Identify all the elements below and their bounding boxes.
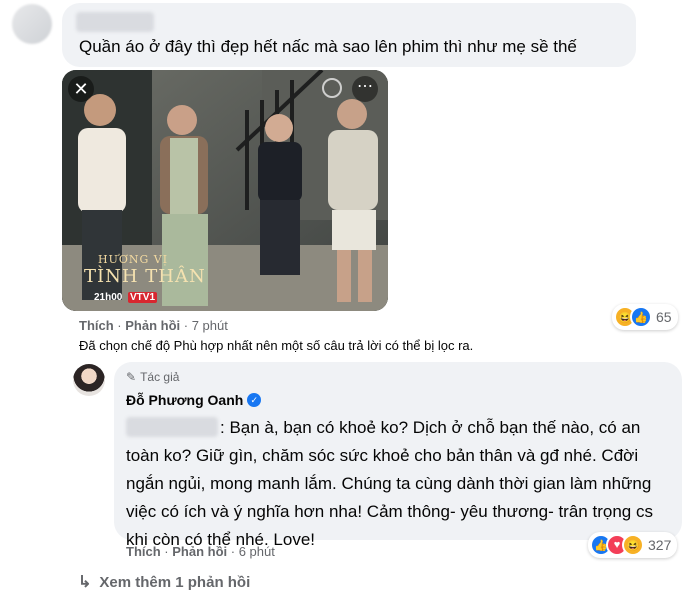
like-reaction-icon: 👍	[630, 306, 652, 328]
show-title-bottom: TÌNH THÂN	[84, 266, 206, 287]
reply-bubble: ✎ Tác giả Đỗ Phương Oanh ✓ : Bạn à, bạn …	[114, 362, 682, 549]
comment-actions: Thích · Phản hồi · 7 phút	[79, 318, 228, 333]
reaction-count: 65	[656, 309, 672, 325]
reaction-summary[interactable]: 😆 👍 65	[612, 304, 678, 330]
reply-actions: Thích · Phản hồi · 6 phút	[126, 544, 275, 559]
like-link[interactable]: Thích	[126, 544, 161, 559]
author-avatar[interactable]	[73, 364, 105, 396]
comment-image[interactable]: ✕ ⋯ HƯƠNG VỊ TÌNH THÂN 21h00 VTV1	[62, 70, 388, 311]
show-airtime: 21h00	[94, 292, 123, 303]
author-name-row: Đỗ Phương Oanh ✓	[126, 392, 262, 408]
haha-reaction-icon: 😆	[622, 534, 644, 556]
image-options-icon[interactable]: ⋯	[352, 76, 378, 102]
verified-badge-icon: ✓	[247, 393, 262, 407]
reply-link[interactable]: Phản hồi	[172, 544, 227, 559]
comment-bubble: Quần áo ở đây thì đẹp hết nấc mà sao lên…	[62, 3, 636, 67]
show-title-top: HƯƠNG VỊ	[98, 253, 169, 266]
reply-time[interactable]: 6 phút	[239, 544, 275, 559]
commenter-name[interactable]	[76, 12, 154, 32]
author-badge: ✎ Tác giả	[126, 370, 180, 384]
image-search-icon[interactable]	[322, 78, 342, 98]
filter-notice: Đã chọn chế độ Phù hợp nhất nên một số c…	[79, 338, 474, 353]
pen-icon: ✎	[126, 370, 137, 384]
view-more-replies[interactable]: ↳ Xem thêm 1 phản hồi	[78, 572, 250, 592]
author-name[interactable]: Đỗ Phương Oanh	[126, 392, 243, 408]
reply-link[interactable]: Phản hồi	[125, 318, 180, 333]
comment-time[interactable]: 7 phút	[192, 318, 228, 333]
comment-text: Quần áo ở đây thì đẹp hết nấc mà sao lên…	[79, 37, 577, 56]
channel-logo: VTV1	[128, 292, 158, 303]
reply-reaction-summary[interactable]: 👍 ♥ 😆 327	[588, 532, 678, 558]
reaction-count: 327	[648, 537, 672, 553]
view-more-label[interactable]: Xem thêm 1 phản hồi	[99, 574, 250, 591]
like-link[interactable]: Thích	[79, 318, 114, 333]
reply-text: : Bạn à, bạn có khoẻ ko? Dịch ở chỗ bạn …	[126, 418, 653, 549]
reply-arrow-icon: ↳	[78, 574, 92, 591]
commenter-avatar[interactable]	[12, 4, 52, 44]
close-icon[interactable]: ✕	[68, 76, 94, 102]
